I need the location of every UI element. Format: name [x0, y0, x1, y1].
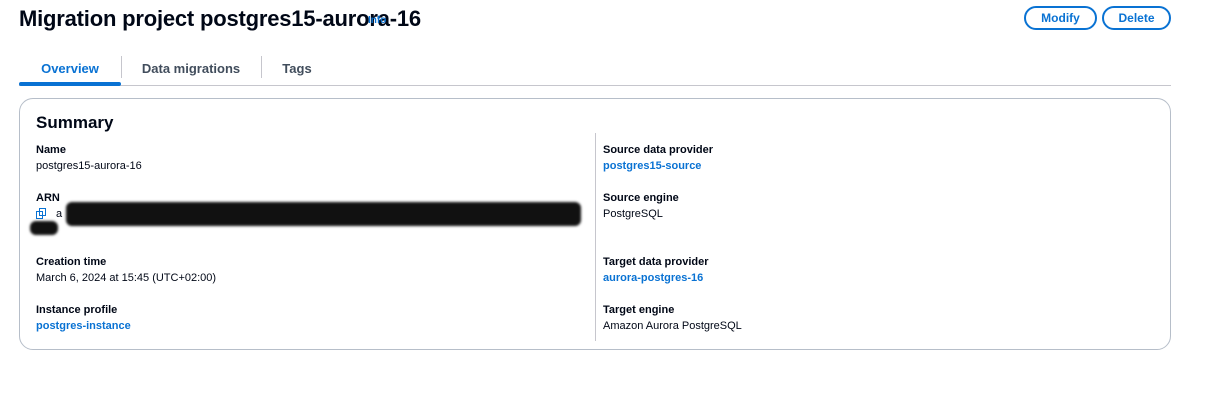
copy-icon[interactable]	[36, 208, 48, 220]
modify-button[interactable]: Modify	[1024, 6, 1097, 30]
source-provider-label: Source data provider	[603, 144, 714, 156]
field-source-provider: Source data provider postgres15-source	[603, 143, 713, 173]
creation-time-label: Creation time	[36, 256, 107, 268]
creation-time-value: March 6, 2024 at 15:45 (UTC+02:00)	[36, 272, 217, 284]
field-instance-profile: Instance profile postgres-instance	[36, 303, 131, 333]
tab-bar: Overview Data migrations Tags	[19, 52, 1171, 86]
tab-tags[interactable]: Tags	[261, 52, 333, 84]
field-target-engine: Target engine Amazon Aurora PostgreSQL	[603, 303, 742, 333]
target-engine-label: Target engine	[603, 304, 675, 316]
redacted-arn-tail	[30, 221, 58, 235]
redacted-arn	[66, 202, 581, 226]
summary-title: Summary	[36, 113, 114, 132]
page-header: Migration project postgres15-aurora-16 I…	[19, 6, 1171, 34]
field-target-provider: Target data provider aurora-postgres-16	[603, 255, 709, 285]
tab-data-migrations[interactable]: Data migrations	[121, 52, 261, 84]
column-divider	[595, 133, 596, 341]
instance-profile-label: Instance profile	[36, 304, 118, 316]
tab-overview[interactable]: Overview	[19, 52, 121, 86]
arn-value: a	[56, 208, 63, 220]
field-source-engine: Source engine PostgreSQL	[603, 191, 679, 221]
target-provider-label: Target data provider	[603, 256, 709, 268]
delete-button[interactable]: Delete	[1102, 6, 1171, 30]
summary-card: Summary Name postgres15-aurora-16 ARN a …	[19, 98, 1171, 350]
target-engine-value: Amazon Aurora PostgreSQL	[603, 320, 742, 332]
field-name: Name postgres15-aurora-16	[36, 143, 142, 173]
instance-profile-link[interactable]: postgres-instance	[36, 319, 131, 333]
page-title: Migration project postgres15-aurora-16	[19, 6, 421, 31]
field-arn: ARN a	[30, 191, 581, 247]
field-creation-time: Creation time March 6, 2024 at 15:45 (UT…	[36, 255, 216, 285]
name-label: Name	[36, 144, 66, 156]
source-provider-link[interactable]: postgres15-source	[603, 159, 713, 173]
info-link[interactable]: Info	[368, 15, 386, 26]
source-engine-value: PostgreSQL	[603, 208, 663, 220]
name-value: postgres15-aurora-16	[36, 160, 142, 172]
source-engine-label: Source engine	[603, 192, 679, 204]
target-provider-link[interactable]: aurora-postgres-16	[603, 271, 709, 285]
